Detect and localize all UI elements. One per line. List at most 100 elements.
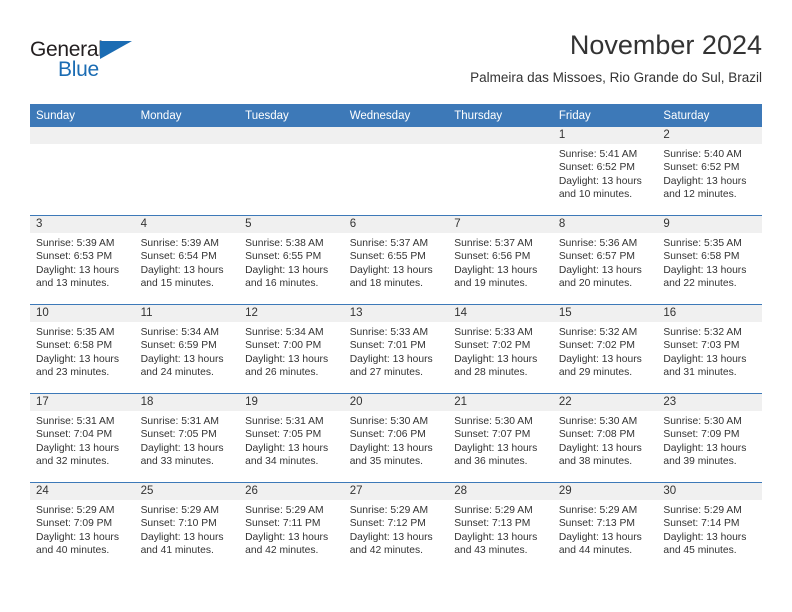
day-cell[interactable]: 2 Sunrise: 5:40 AM Sunset: 6:52 PM Daylight… (657, 127, 762, 215)
day-details: Sunrise: 5:30 AM Sunset: 7:09 PM Daylight:… (657, 411, 762, 469)
title-block: November 2024 Palmeira das Missoes, Rio … (470, 28, 762, 88)
day-details: Sunrise: 5:31 AM Sunset: 7:04 PM Daylight:… (30, 411, 135, 469)
sunrise-time: Sunrise: 5:34 AM (245, 327, 324, 338)
day-details: Sunrise: 5:39 AM Sunset: 6:53 PM Daylight:… (30, 233, 135, 291)
calendar-cell: 21 Sunrise: 5:30 AM Sunset: 7:07 PM Dayligh… (448, 393, 553, 483)
day-cell[interactable]: 15 Sunrise: 5:32 AM Sunset: 7:02 PM Dayligh… (552, 305, 658, 393)
day-cell[interactable]: 19 Sunrise: 5:31 AM Sunset: 7:05 PM Dayligh… (239, 394, 344, 482)
day-cell[interactable]: 23 Sunrise: 5:30 AM Sunset: 7:09 PM Dayligh… (657, 394, 762, 482)
sunrise-time: Sunrise: 5:33 AM (454, 327, 533, 338)
day-cell-empty (134, 127, 240, 215)
day-cell[interactable]: 29 Sunrise: 5:29 AM Sunset: 7:13 PM Dayligh… (552, 483, 658, 571)
day-cell[interactable]: 3 Sunrise: 5:39 AM Sunset: 6:53 PM Daylight… (30, 216, 135, 304)
day-cell[interactable]: 20 Sunrise: 5:30 AM Sunset: 7:06 PM Dayligh… (343, 394, 449, 482)
day-cell[interactable]: 8 Sunrise: 5:36 AM Sunset: 6:57 PM Daylight… (552, 216, 658, 304)
daylight-duration-line2: and 12 minutes. (663, 189, 737, 201)
daylight-duration-line1: Daylight: 13 hours (36, 442, 119, 454)
day-number: 30 (657, 483, 762, 500)
day-cell[interactable]: 30 Sunrise: 5:29 AM Sunset: 7:14 PM Dayligh… (657, 483, 762, 571)
daylight-duration-line2: and 27 minutes. (349, 367, 423, 379)
day-number: 3 (30, 216, 135, 233)
daylight-duration-line1: Daylight: 13 hours (140, 264, 224, 276)
daylight-duration-line2: and 39 minutes. (663, 456, 737, 468)
sunset-time: Sunset: 7:09 PM (663, 429, 740, 441)
day-cell[interactable]: 27 Sunrise: 5:29 AM Sunset: 7:12 PM Dayligh… (343, 483, 449, 571)
day-details: Sunrise: 5:35 AM Sunset: 6:58 PM Daylight:… (30, 322, 135, 380)
day-cell[interactable]: 22 Sunrise: 5:30 AM Sunset: 7:08 PM Dayligh… (552, 394, 658, 482)
day-number: 8 (552, 216, 658, 233)
page-header: General Blue November 2024 Palmeira das … (30, 28, 762, 98)
sunrise-time: Sunrise: 5:33 AM (349, 327, 429, 338)
day-number: 26 (239, 483, 344, 500)
day-cell[interactable]: 1 Sunrise: 5:41 AM Sunset: 6:52 PM Daylight… (552, 127, 658, 215)
day-cell[interactable]: 4 Sunrise: 5:39 AM Sunset: 6:54 PM Daylight… (134, 216, 240, 304)
daylight-duration-line2: and 29 minutes. (558, 367, 633, 379)
day-cell[interactable]: 13 Sunrise: 5:33 AM Sunset: 7:01 PM Dayligh… (343, 305, 449, 393)
daylight-duration-line1: Daylight: 13 hours (558, 531, 642, 543)
day-number: 17 (30, 394, 135, 411)
calendar-cell: 25 Sunrise: 5:29 AM Sunset: 7:10 PM Dayligh… (134, 482, 240, 571)
daylight-duration-line2: and 41 minutes. (140, 545, 214, 557)
calendar-cell: 6 Sunrise: 5:37 AM Sunset: 6:55 PM Daylight… (343, 215, 449, 305)
day-cell[interactable]: 5 Sunrise: 5:38 AM Sunset: 6:55 PM Daylight… (239, 216, 344, 304)
day-details: Sunrise: 5:32 AM Sunset: 7:03 PM Daylight:… (657, 322, 762, 380)
day-number (343, 127, 449, 144)
day-number: 2 (657, 127, 762, 144)
day-cell[interactable]: 7 Sunrise: 5:37 AM Sunset: 6:56 PM Daylight… (448, 216, 553, 304)
day-number: 14 (448, 305, 553, 322)
daylight-duration-line1: Daylight: 13 hours (349, 531, 433, 543)
day-cell[interactable]: 25 Sunrise: 5:29 AM Sunset: 7:10 PM Dayligh… (134, 483, 240, 571)
daylight-duration-line1: Daylight: 13 hours (349, 442, 433, 454)
daylight-duration-line1: Daylight: 13 hours (36, 264, 119, 276)
sunset-time: Sunset: 7:04 PM (36, 429, 113, 441)
day-cell[interactable]: 6 Sunrise: 5:37 AM Sunset: 6:55 PM Daylight… (343, 216, 449, 304)
brand-logo[interactable]: General Blue (30, 38, 150, 84)
sunrise-time: Sunrise: 5:29 AM (36, 505, 115, 516)
daylight-duration-line2: and 34 minutes. (245, 456, 319, 468)
sunset-time: Sunset: 6:55 PM (349, 251, 426, 263)
day-details: Sunrise: 5:34 AM Sunset: 6:59 PM Daylight:… (135, 322, 240, 380)
calendar-cell (343, 127, 449, 216)
day-cell[interactable]: 10 Sunrise: 5:35 AM Sunset: 6:58 PM Dayligh… (30, 305, 135, 393)
day-details: Sunrise: 5:37 AM Sunset: 6:56 PM Daylight:… (448, 233, 553, 291)
day-cell[interactable]: 9 Sunrise: 5:35 AM Sunset: 6:58 PM Daylight… (657, 216, 762, 304)
weekday-header-saturday: Saturday (657, 104, 762, 127)
sunset-time: Sunset: 7:03 PM (663, 340, 740, 352)
day-number: 12 (239, 305, 344, 322)
daylight-duration-line2: and 20 minutes. (558, 278, 633, 290)
sunset-time: Sunset: 7:00 PM (245, 340, 322, 352)
sunrise-time: Sunrise: 5:29 AM (245, 505, 324, 516)
day-cell[interactable]: 21 Sunrise: 5:30 AM Sunset: 7:07 PM Dayligh… (448, 394, 553, 482)
day-details: Sunrise: 5:29 AM Sunset: 7:09 PM Daylight:… (30, 500, 135, 558)
calendar-cell: 9 Sunrise: 5:35 AM Sunset: 6:58 PM Daylight… (657, 215, 762, 305)
sunrise-time: Sunrise: 5:29 AM (454, 505, 533, 516)
day-number: 27 (343, 483, 449, 500)
daylight-duration-line1: Daylight: 13 hours (454, 264, 538, 276)
calendar-cell: 18 Sunrise: 5:31 AM Sunset: 7:05 PM Dayligh… (134, 393, 240, 483)
day-cell[interactable]: 17 Sunrise: 5:31 AM Sunset: 7:04 PM Dayligh… (30, 394, 135, 482)
day-cell[interactable]: 16 Sunrise: 5:32 AM Sunset: 7:03 PM Dayligh… (657, 305, 762, 393)
sunrise-time: Sunrise: 5:40 AM (663, 149, 742, 160)
daylight-duration-line1: Daylight: 13 hours (245, 531, 329, 543)
daylight-duration-line2: and 35 minutes. (349, 456, 423, 468)
day-number: 22 (552, 394, 658, 411)
calendar-cell: 8 Sunrise: 5:36 AM Sunset: 6:57 PM Daylight… (552, 215, 658, 305)
calendar-cell: 22 Sunrise: 5:30 AM Sunset: 7:08 PM Dayligh… (552, 393, 658, 483)
day-cell[interactable]: 12 Sunrise: 5:34 AM Sunset: 7:00 PM Dayligh… (239, 305, 344, 393)
day-details: Sunrise: 5:34 AM Sunset: 7:00 PM Daylight:… (239, 322, 344, 380)
day-cell[interactable]: 28 Sunrise: 5:29 AM Sunset: 7:13 PM Dayligh… (448, 483, 553, 571)
daylight-duration-line2: and 16 minutes. (245, 278, 319, 290)
day-cell[interactable]: 18 Sunrise: 5:31 AM Sunset: 7:05 PM Dayligh… (134, 394, 240, 482)
daylight-duration-line1: Daylight: 13 hours (663, 353, 747, 365)
sunset-time: Sunset: 7:05 PM (245, 429, 322, 441)
calendar-week-row: 17 Sunrise: 5:31 AM Sunset: 7:04 PM Dayligh… (30, 393, 762, 483)
day-cell[interactable]: 14 Sunrise: 5:33 AM Sunset: 7:02 PM Dayligh… (448, 305, 553, 393)
day-cell[interactable]: 11 Sunrise: 5:34 AM Sunset: 6:59 PM Dayligh… (134, 305, 240, 393)
day-cell[interactable]: 24 Sunrise: 5:29 AM Sunset: 7:09 PM Dayligh… (30, 483, 135, 571)
page-subtitle: Palmeira das Missoes, Rio Grande do Sul,… (470, 70, 762, 85)
daylight-duration-line1: Daylight: 13 hours (454, 442, 538, 454)
sunrise-time: Sunrise: 5:35 AM (36, 327, 115, 338)
day-cell[interactable]: 26 Sunrise: 5:29 AM Sunset: 7:11 PM Dayligh… (239, 483, 344, 571)
day-details: Sunrise: 5:29 AM Sunset: 7:12 PM Daylight:… (344, 500, 449, 558)
sunset-time: Sunset: 6:57 PM (558, 251, 635, 263)
